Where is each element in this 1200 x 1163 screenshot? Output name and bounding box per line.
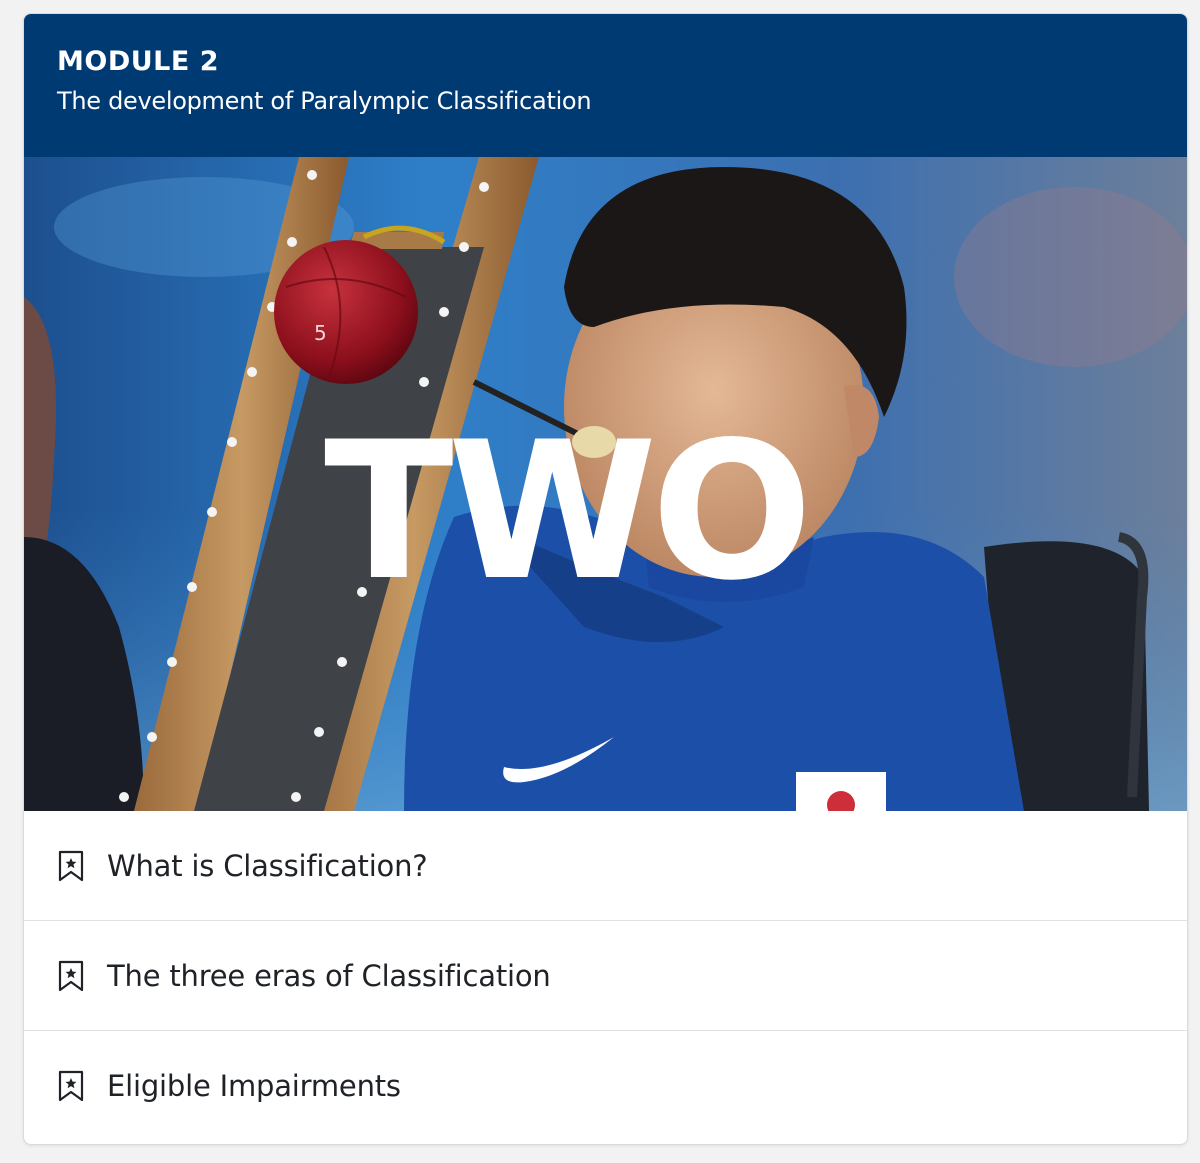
hero-photo: 5 TWO xyxy=(24,157,1187,811)
bookmark-star-icon xyxy=(58,850,84,881)
bookmark-star-icon xyxy=(58,960,84,991)
lesson-list: What is Classification? The three eras o… xyxy=(24,811,1187,1141)
lesson-title: What is Classification? xyxy=(107,848,428,883)
module-card: MODULE 2 The development of Paralympic C… xyxy=(23,13,1188,1145)
lesson-item[interactable]: What is Classification? xyxy=(24,811,1187,921)
module-label: MODULE 2 xyxy=(57,46,219,77)
bookmark-star-icon xyxy=(58,1070,84,1102)
module-header: MODULE 2 The development of Paralympic C… xyxy=(24,14,1187,157)
lesson-title: Eligible Impairments xyxy=(107,1069,401,1103)
hero-overlay-word: TWO xyxy=(324,401,807,622)
module-subtitle: The development of Paralympic Classifica… xyxy=(57,87,592,115)
lesson-item[interactable]: Eligible Impairments xyxy=(24,1031,1187,1141)
lesson-title: The three eras of Classification xyxy=(107,958,551,993)
lesson-item[interactable]: The three eras of Classification xyxy=(24,921,1187,1031)
ball-number: 5 xyxy=(314,321,327,345)
module-hero-image: 5 TWO xyxy=(24,157,1187,811)
